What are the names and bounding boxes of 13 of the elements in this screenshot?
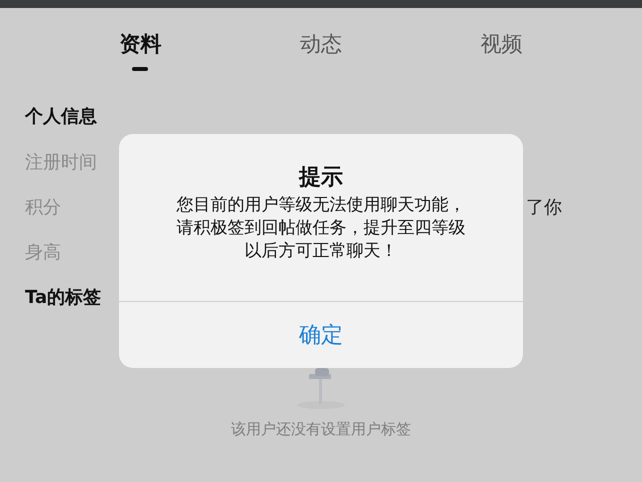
field-label: 积分 [25, 196, 61, 218]
tab[interactable]: 动态 [300, 31, 342, 57]
dialog-message: 您目前的用户等级无法使用聊天功能， 请积极签到回帖做任务，提升至四等级 以后方可正常聊天！ [176, 194, 466, 263]
section-title: 个人信息 [25, 105, 97, 129]
section-title: Ta的标签 [25, 286, 102, 310]
empty-message: 该用户还没有设置用户标签 [231, 420, 411, 439]
tab[interactable]: 视频 [480, 31, 523, 57]
field-label: 身高 [25, 240, 61, 264]
tab[interactable]: 资料 [119, 31, 162, 57]
dialog-title: 提示 [299, 164, 343, 192]
field-value: 了你 [526, 196, 562, 218]
confirm-button[interactable]: 确定 [119, 302, 523, 368]
field-label: 注册时间 [25, 150, 97, 174]
